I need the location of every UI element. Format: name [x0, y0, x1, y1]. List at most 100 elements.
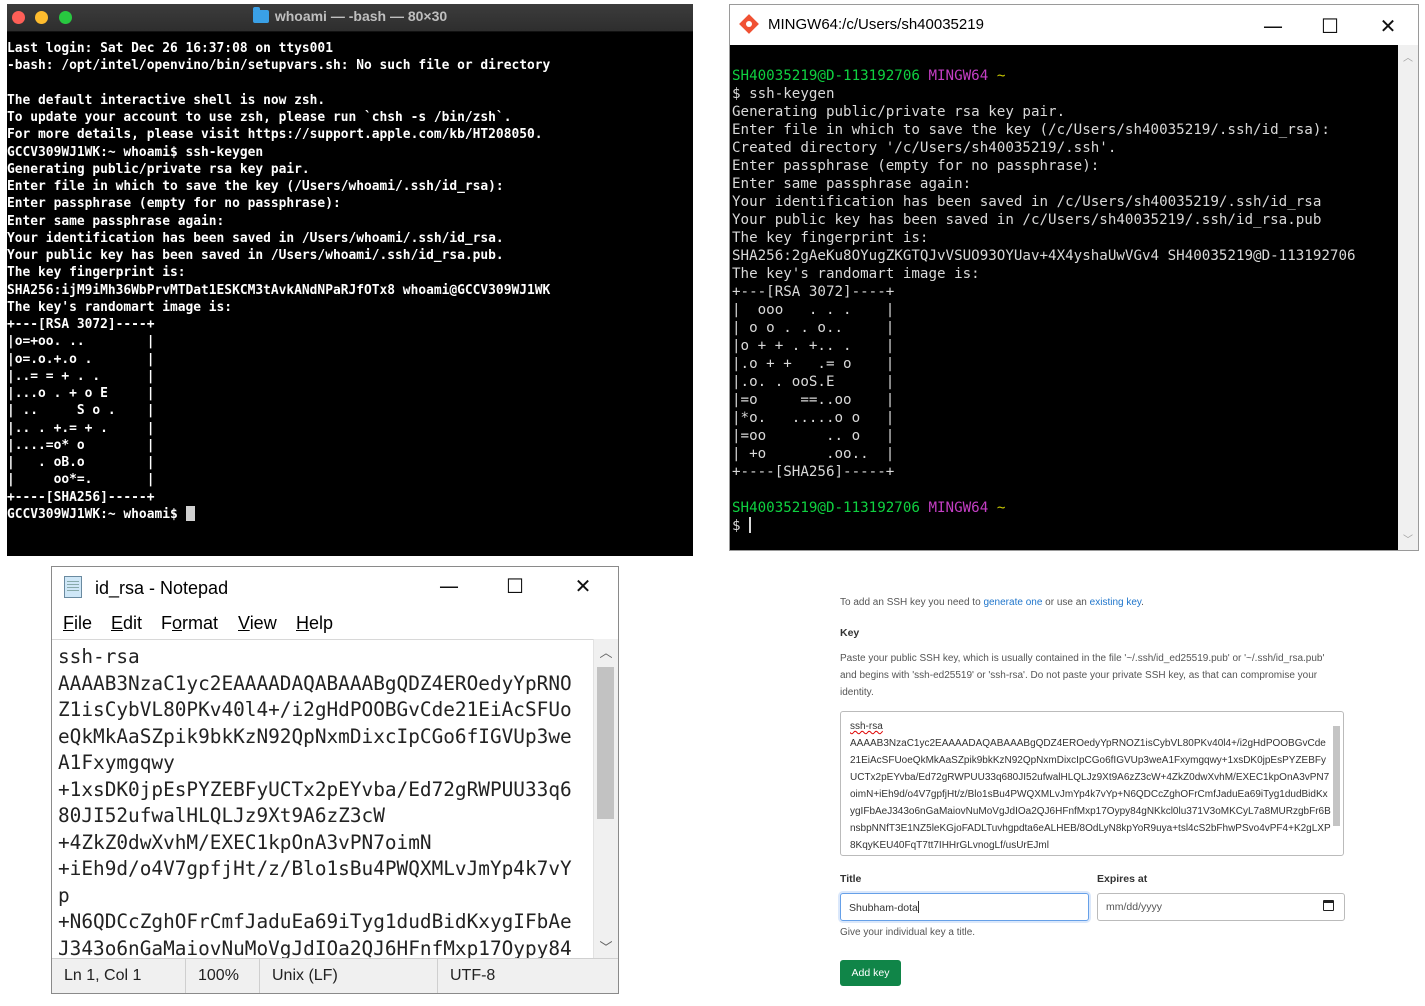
maximize-button[interactable]: ☐ — [495, 573, 535, 599]
terminal-line: Your public key has been saved in /Users… — [7, 248, 504, 263]
terminal-line: GCCV309WJ1WK:~ whoami$ ssh-keygen — [7, 144, 264, 160]
minimize-button[interactable]: — — [1253, 13, 1293, 39]
terminal-line: Your public key has been saved in /c/Use… — [732, 212, 1322, 228]
terminal-line: |*o. .....o o | — [732, 410, 895, 426]
title-input[interactable]: Shubham-dota — [840, 893, 1089, 921]
mingw-scrollbar[interactable]: ︿ ﹀ — [1398, 45, 1418, 550]
close-button[interactable]: ✕ — [1368, 13, 1408, 39]
mac-terminal-window: whoami — -bash — 80×30 Last login: Sat D… — [7, 4, 693, 556]
notepad-scrollbar[interactable]: ︿ ﹀ — [593, 639, 618, 959]
terminal-line: | +o .oo.. | — [732, 446, 895, 462]
terminal-line: SHA256:ijM9iMh36WbPrvMTDat1ESKCM3tAvkANd… — [7, 282, 551, 298]
mingw-terminal-output[interactable]: SH40035219@D-113192706 MINGW64 ~ $ ssh-k… — [730, 45, 1398, 550]
menu-file[interactable]: File — [63, 613, 92, 634]
notepad-line: +1xsDK0jpEsPYZEBFyUCTx2pEYvba/Ed72gRWPUU… — [58, 777, 572, 801]
status-encoding: UTF-8 — [450, 967, 496, 984]
status-line-ending: Unix (LF) — [272, 967, 338, 984]
mingw-window: MINGW64:/c/Users/sh40035219 — ☐ ✕ SH4003… — [729, 4, 1419, 551]
terminal-line: -bash: /opt/intel/openvino/bin/setupvars… — [7, 58, 551, 74]
scroll-up-icon[interactable]: ︿ — [594, 642, 618, 661]
terminal-line: |.o. . ooS.E | — [732, 374, 895, 390]
mingw-window-title: MINGW64:/c/Users/sh40035219 — [768, 16, 984, 33]
key-textarea-scrollbar[interactable] — [1332, 714, 1341, 852]
scroll-down-icon[interactable]: ﹀ — [594, 937, 618, 956]
notepad-window-title: id_rsa - Notepad — [95, 578, 229, 598]
terminal-line: |....=o* o | — [7, 437, 155, 453]
terminal-line: Your identification has been saved in /U… — [7, 230, 504, 246]
prompt-dir: ~ — [996, 68, 1006, 84]
terminal-line: |..= = + . . | — [7, 368, 155, 384]
terminal-line: The key's randomart image is: — [7, 299, 233, 315]
menu-format[interactable]: Format — [161, 613, 218, 634]
mac-terminal-output[interactable]: Last login: Sat Dec 26 16:37:08 on ttys0… — [7, 32, 693, 523]
menu-edit[interactable]: Edit — [111, 613, 142, 634]
terminal-line: | o o . . o.. | — [732, 320, 895, 336]
notepad-titlebar: id_rsa - Notepad — ☐ ✕ — [52, 567, 618, 609]
minimize-button[interactable]: — — [429, 573, 469, 599]
mac-window-title: whoami — -bash — 80×30 — [7, 7, 693, 24]
notepad-window: id_rsa - Notepad — ☐ ✕ File Edit Format … — [51, 566, 619, 994]
notepad-line: eQkMkAaSZpik9bkKzN92QpNxmDixcIpCGo6fIGVU… — [58, 724, 572, 748]
scrollbar-thumb[interactable] — [1333, 726, 1340, 826]
mingw-titlebar: MINGW64:/c/Users/sh40035219 — ☐ ✕ — [730, 5, 1418, 45]
key-textarea[interactable]: ssh-rsa AAAAB3NzaC1yc2EAAAADAQABAAABgQDZ4… — [840, 711, 1344, 856]
terminal-line: +----[SHA256]-----+ — [7, 489, 155, 505]
terminal-line: | oo*=. | — [7, 472, 155, 488]
key-label: Key — [840, 627, 860, 639]
terminal-line: |o + + . +.. . | — [732, 338, 895, 354]
notepad-line: J343o6nGaMaiovNuMoVgJdIOa2QJ6HFnfMxp17Oy… — [58, 936, 572, 960]
terminal-line: To update your account to use zsh, pleas… — [7, 110, 512, 125]
status-zoom: 100% — [198, 967, 239, 984]
status-position: Ln 1, Col 1 — [64, 967, 142, 984]
prompt-env: MINGW64 — [928, 68, 989, 84]
terminal-line: Enter passphrase (empty for no passphras… — [732, 158, 1100, 174]
generate-one-link[interactable]: generate one — [983, 597, 1042, 608]
notepad-line: +iEh9d/o4V7gpfjHt/z/Blo1sBu4PWQXMLvJmYp4… — [58, 857, 572, 880]
close-button[interactable]: ✕ — [563, 573, 603, 599]
notepad-text-area[interactable]: ssh-rsa AAAAB3NzaC1yc2EAAAADAQABAAABgQDZ… — [52, 639, 595, 960]
scroll-down-icon[interactable]: ﹀ — [1398, 531, 1418, 546]
terminal-line: Enter file in which to save the key (/c/… — [732, 122, 1330, 138]
expires-at-input[interactable]: mm/dd/yyyy — [1097, 893, 1345, 921]
terminal-prompt: $ — [732, 518, 750, 534]
terminal-line: | .. S o . | — [7, 403, 155, 419]
prompt-user: SH40035219@D-113192706 — [732, 500, 920, 516]
terminal-line: |...o . + o E | — [7, 386, 155, 401]
terminal-line: Last login: Sat Dec 26 16:37:08 on ttys0… — [7, 41, 333, 56]
scrollbar-thumb[interactable] — [597, 667, 614, 819]
title-help-text: Give your individual key a title. — [840, 927, 976, 938]
terminal-prompt: GCCV309WJ1WK:~ whoami$ — [7, 506, 186, 522]
terminal-line: Enter file in which to save the key (/Us… — [7, 179, 504, 194]
terminal-line: | ooo . . . | — [732, 302, 895, 318]
terminal-line: For more details, please visit https://s… — [7, 127, 543, 143]
scroll-up-icon[interactable]: ︿ — [1398, 49, 1418, 64]
terminal-line: The key's randomart image is: — [732, 266, 980, 282]
git-bash-icon — [739, 14, 759, 34]
terminal-line: Generating public/private rsa key pair. — [732, 104, 1066, 120]
existing-key-link[interactable]: existing key — [1090, 597, 1142, 608]
menu-view[interactable]: View — [238, 613, 277, 634]
key-help-text: Paste your public SSH key, which is usua… — [840, 653, 1325, 698]
title-label: Title — [840, 873, 862, 885]
terminal-line: |o=.o.+.o . | — [7, 351, 155, 367]
prompt-env: MINGW64 — [928, 500, 989, 516]
terminal-line: |o=+oo. .. | — [7, 334, 155, 350]
key-textarea-content: ssh-rsa AAAAB3NzaC1yc2EAAAADAQABAAABgQDZ4… — [850, 721, 1331, 851]
add-key-button[interactable]: Add key — [840, 960, 901, 986]
calendar-icon[interactable] — [1323, 900, 1334, 911]
terminal-line: Created directory '/c/Users/sh40035219/.… — [732, 140, 1117, 156]
notepad-icon — [64, 576, 82, 598]
terminal-line: Enter passphrase (empty for no passphras… — [7, 196, 341, 212]
notepad-line: p — [58, 883, 70, 907]
menu-help[interactable]: Help — [296, 613, 333, 634]
notepad-line: 80JI52ufwalHLQLJz9Xt9A6zZ3cW — [58, 804, 385, 827]
terminal-line: +---[RSA 3072]----+ — [732, 284, 895, 300]
terminal-line: SHA256:2gAeKu8OYugZKGTQJvVSUO93OYUav+4X4… — [732, 248, 1356, 264]
terminal-line: |=oo .. o | — [732, 428, 895, 444]
maximize-button[interactable]: ☐ — [1310, 13, 1350, 39]
mac-titlebar: whoami — -bash — 80×30 — [7, 4, 693, 32]
terminal-line: |.o + + .= o | — [732, 356, 895, 372]
prompt-user: SH40035219@D-113192706 — [732, 68, 920, 84]
terminal-line: +----[SHA256]-----+ — [732, 464, 895, 480]
terminal-line: |.. . +.= + . | — [7, 420, 155, 436]
